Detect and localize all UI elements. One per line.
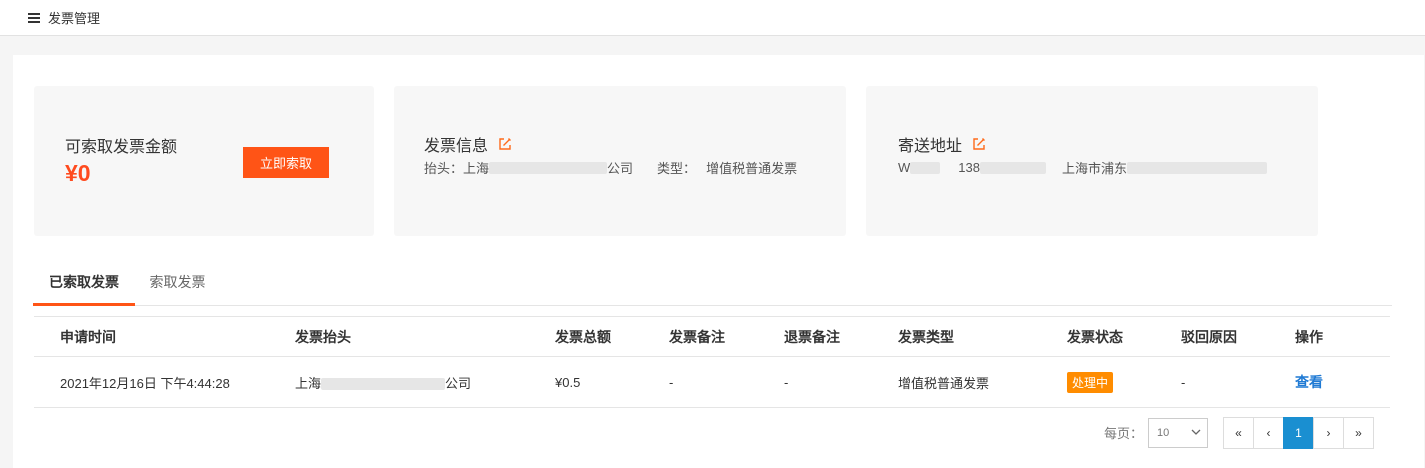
column-header: 发票类型 <box>898 316 1067 357</box>
invoice-table: 申请时间 发票抬头 发票总额 发票备注 退票备注 发票类型 发票状态 驳回原因 … <box>34 316 1390 408</box>
invoice-info-details: 抬头： 上海 公司 类型： 增值税普通发票 <box>424 158 797 177</box>
edit-icon[interactable] <box>972 137 986 151</box>
table-header-row: 申请时间 发票抬头 发票总额 发票备注 退票备注 发票类型 发票状态 驳回原因 … <box>34 316 1390 357</box>
invoice-info-title-text: 发票信息 <box>424 138 489 155</box>
invoice-status-cell: 处理中 <box>1067 356 1181 408</box>
page-title: 发票管理 <box>48 11 101 26</box>
prev-page-button[interactable]: ‹ <box>1253 417 1284 449</box>
shipping-title-text: 寄送地址 <box>898 138 963 155</box>
column-header: 驳回原因 <box>1181 316 1295 357</box>
column-header: 发票抬头 <box>295 316 555 357</box>
claimable-amount-card: 可索取发票金额 ¥0 立即索取 <box>34 86 374 236</box>
redacted-text <box>979 161 1046 174</box>
redacted-text <box>321 378 446 391</box>
invoice-info-card: 发票信息 抬头： 上海 公司 类型： 增值税普通发票 <box>394 86 846 236</box>
menu-icon[interactable] <box>28 12 40 23</box>
recipient-name-prefix: W <box>898 160 911 175</box>
column-header: 发票状态 <box>1067 316 1181 357</box>
redacted-text <box>489 161 608 174</box>
column-header: 退票备注 <box>784 316 898 357</box>
view-link[interactable]: 查看 <box>1295 374 1323 390</box>
last-page-button[interactable]: » <box>1343 417 1374 449</box>
amount-value: ¥0 <box>65 160 91 186</box>
invoice-info-title: 发票信息 <box>424 132 512 156</box>
address-prefix: 上海市浦东 <box>1061 161 1127 176</box>
action-cell: 查看 <box>1295 356 1390 408</box>
shipping-details: W 138 上海市浦东 <box>898 158 1267 177</box>
column-header: 申请时间 <box>34 316 295 357</box>
invoice-type-value: 增值税普通发票 <box>706 161 798 176</box>
amount-label: 可索取发票金额 <box>65 139 178 156</box>
invoice-tabs: 已索取发票 索取发票 <box>33 260 1392 306</box>
column-header: 操作 <box>1295 316 1390 357</box>
redacted-text <box>910 161 941 174</box>
table-row: 2021年12月16日 下午4:44:28 上海 公司 ¥0.5 - - 增值税普… <box>34 356 1390 408</box>
apply-time-cell: 2021年12月16日 下午4:44:28 <box>34 356 295 408</box>
invoice-header-suffix: 公司 <box>607 161 634 176</box>
tab-requested-invoices[interactable]: 已索取发票 <box>33 260 135 306</box>
invoice-header-label: 抬头： <box>424 161 464 176</box>
reject-reason-cell: - <box>1181 356 1295 408</box>
shipping-title: 寄送地址 <box>898 132 986 156</box>
invoice-note-cell: - <box>669 356 784 408</box>
invoice-total-cell: ¥0.5 <box>555 356 669 408</box>
invoice-header-prefix: 上海 <box>463 161 490 176</box>
pagination: « ‹ 1 › » <box>1223 417 1374 449</box>
next-page-button[interactable]: › <box>1313 417 1344 449</box>
phone-prefix: 138 <box>958 160 980 175</box>
invoice-header-prefix: 上海 <box>295 375 322 391</box>
redacted-text <box>1127 161 1267 174</box>
main-panel: 可索取发票金额 ¥0 立即索取 发票信息 抬头： 上海 公司 类型： 增值税普通… <box>13 55 1424 468</box>
invoice-type-label: 类型： <box>657 161 697 176</box>
edit-icon[interactable] <box>498 137 512 151</box>
chevron-down-icon <box>1191 427 1201 437</box>
shipping-address-card: 寄送地址 W 138 上海市浦东 <box>866 86 1318 236</box>
top-bar: 发票管理 <box>0 0 1425 36</box>
per-page-select[interactable]: 10 <box>1148 418 1208 448</box>
page-button-current[interactable]: 1 <box>1283 417 1314 449</box>
per-page-label: 每页： <box>1104 426 1144 441</box>
column-header: 发票总额 <box>555 316 669 357</box>
status-badge: 处理中 <box>1067 371 1114 393</box>
first-page-button[interactable]: « <box>1223 417 1254 449</box>
invoice-header-cell: 上海 公司 <box>295 356 555 408</box>
column-header: 发票备注 <box>669 316 784 357</box>
per-page-value: 10 <box>1157 427 1170 439</box>
invoice-type-cell: 增值税普通发票 <box>898 356 1067 408</box>
request-invoice-button[interactable]: 立即索取 <box>243 147 329 178</box>
tab-request-invoice[interactable]: 索取发票 <box>136 260 219 306</box>
refund-note-cell: - <box>784 356 898 408</box>
invoice-header-suffix: 公司 <box>445 375 472 391</box>
